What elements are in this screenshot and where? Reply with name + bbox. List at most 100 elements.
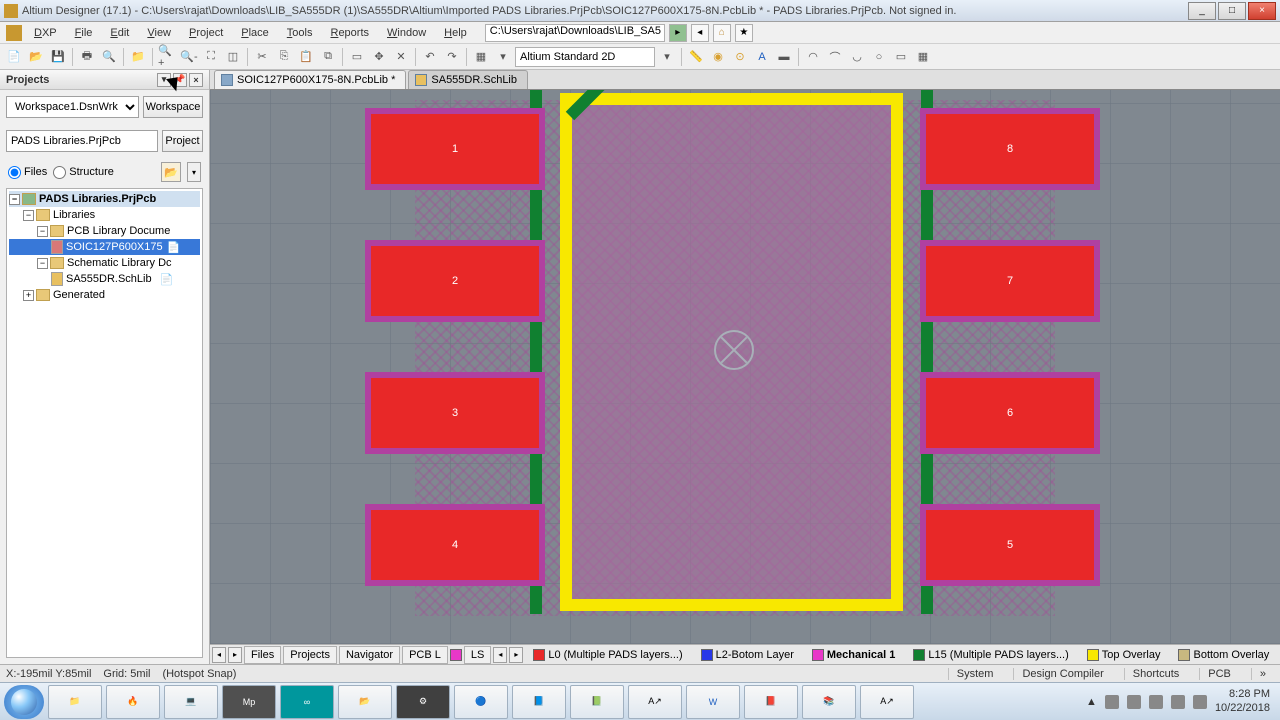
tree-libraries[interactable]: − Libraries [9,207,200,223]
maximize-button[interactable]: □ [1218,2,1246,20]
task-app-2[interactable]: 💻 [164,685,218,719]
via-button[interactable]: ⊙ [730,47,750,67]
zoom-out-button[interactable]: 🔍- [179,47,199,67]
bottom-tab-files[interactable]: Files [244,646,281,664]
task-chrome[interactable]: 🔵 [454,685,508,719]
project-button[interactable]: Project [162,130,203,152]
path-home-button[interactable]: ⌂ [713,24,731,42]
tray-volume-icon[interactable] [1193,695,1207,709]
system-tray[interactable]: ▲ 8:28 PM 10/22/2018 [1086,688,1276,714]
pad-3[interactable]: 3 [365,372,545,454]
project-tree[interactable]: − PADS Libraries.PrjPcb − Libraries − PC… [6,188,203,658]
workspace-select[interactable]: Workspace1.DsnWrk [6,96,139,118]
grid-button[interactable]: ▦ [471,47,491,67]
copy-button[interactable]: ⎘ [274,47,294,67]
radio-structure[interactable]: Structure [53,166,114,179]
bottom-nav-first[interactable]: ◂ [212,647,226,663]
menu-view[interactable]: View [139,25,179,41]
view-mode-arrow[interactable]: ▾ [657,47,677,67]
filter-arrow-button[interactable]: ▾ [187,162,201,182]
tray-icon-2[interactable] [1127,695,1141,709]
pad-2[interactable]: 2 [365,240,545,322]
menu-window[interactable]: Window [379,25,434,41]
menu-place[interactable]: Place [233,25,277,41]
rectangle-button[interactable]: ▭ [891,47,911,67]
clock[interactable]: 8:28 PM 10/22/2018 [1215,688,1270,714]
arc-center-button[interactable]: ◠ [803,47,823,67]
zoom-fit-button[interactable]: ⛶ [201,47,221,67]
tray-icon-3[interactable] [1149,695,1163,709]
grid-dropdown-button[interactable]: ▾ [493,47,513,67]
pad-1[interactable]: 1 [365,108,545,190]
task-app-6[interactable]: 📗 [570,685,624,719]
undo-button[interactable]: ↶ [420,47,440,67]
project-name-field[interactable] [6,130,158,152]
zoom-in-button[interactable]: 🔍+ [157,47,177,67]
menu-tools[interactable]: Tools [279,25,321,41]
pad-4[interactable]: 4 [365,504,545,586]
array-button[interactable]: ▦ [913,47,933,67]
hole-button[interactable]: ◉ [708,47,728,67]
pad-6[interactable]: 6 [920,372,1100,454]
text-button[interactable]: A [752,47,772,67]
menu-reports[interactable]: Reports [322,25,377,41]
tab-schlib[interactable]: SA555DR.SchLib [408,70,528,89]
move-button[interactable]: ✥ [369,47,389,67]
task-app-4[interactable]: ⚙ [396,685,450,719]
menu-dxp[interactable]: DXP [26,25,65,41]
radio-files[interactable]: Files [8,166,47,179]
menu-edit[interactable]: Edit [102,25,137,41]
task-altium-2[interactable]: A↗ [860,685,914,719]
tree-sch-item[interactable]: SA555DR.SchLib 📄 [9,271,200,287]
path-go-button[interactable]: ▸ [669,24,687,42]
layer-bot-overlay[interactable]: Bottom Overlay [1170,649,1277,661]
preview-button[interactable]: 🔍 [99,47,119,67]
task-word[interactable]: W [686,685,740,719]
close-button[interactable]: × [1248,2,1276,20]
task-app-5[interactable]: 📘 [512,685,566,719]
panel-pin-button[interactable]: 📌 [173,73,187,87]
menu-file[interactable]: File [67,25,101,41]
tree-root[interactable]: − PADS Libraries.PrjPcb [9,191,200,207]
layer-l15[interactable]: L15 (Multiple PADS layers...) [905,649,1076,661]
panel-close-button[interactable]: × [189,73,203,87]
status-design-compiler[interactable]: Design Compiler [1013,668,1111,680]
path-back-button[interactable]: ◂ [691,24,709,42]
save-button[interactable]: 💾 [48,47,68,67]
layer-nav-next[interactable]: ▸ [509,647,523,663]
layer-l0[interactable]: L0 (Multiple PADS layers...) [525,649,690,661]
status-shortcuts[interactable]: Shortcuts [1124,668,1187,680]
bottom-tab-pcbl[interactable]: PCB L [402,646,448,664]
filter-button[interactable]: 📂 [161,162,181,182]
deselect-button[interactable]: ✕ [391,47,411,67]
redo-button[interactable]: ↷ [442,47,462,67]
ls-tab[interactable]: LS [464,646,491,664]
tree-pcb-item[interactable]: SOIC127P600X175 📄 [9,239,200,255]
task-winrar[interactable]: 📚 [802,685,856,719]
tree-generated[interactable]: + Generated [9,287,200,303]
tree-sch-lib[interactable]: − Schematic Library Dc [9,255,200,271]
path-favorite-button[interactable]: ★ [735,24,753,42]
task-app-3[interactable]: Mp [222,685,276,719]
string-button[interactable]: ▬ [774,47,794,67]
cut-button[interactable]: ✂ [252,47,272,67]
task-app-1[interactable]: 🔥 [106,685,160,719]
task-explorer[interactable]: 📁 [48,685,102,719]
full-circle-button[interactable]: ○ [869,47,889,67]
task-altium-1[interactable]: A↗ [628,685,682,719]
dimension-button[interactable]: 📏 [686,47,706,67]
tray-expand-icon[interactable]: ▲ [1086,696,1097,708]
path-box[interactable]: C:\Users\rajat\Downloads\LIB_SA5 [485,24,665,42]
arc-edge-button[interactable]: ⌒ [825,47,845,67]
bottom-tab-projects[interactable]: Projects [283,646,337,664]
bottom-nav-prev[interactable]: ▸ [228,647,242,663]
pad-8[interactable]: 8 [920,108,1100,190]
layer-m1[interactable]: Mechanical 1 [804,649,903,661]
pad-5[interactable]: 5 [920,504,1100,586]
pcb-canvas[interactable]: 1 2 3 4 5 6 7 8 [210,90,1280,644]
panel-dropdown-button[interactable]: ▾ [157,73,171,87]
open-project-button[interactable]: 📁 [128,47,148,67]
arc-any-button[interactable]: ◡ [847,47,867,67]
task-arduino[interactable]: ∞ [280,685,334,719]
pad-7[interactable]: 7 [920,240,1100,322]
